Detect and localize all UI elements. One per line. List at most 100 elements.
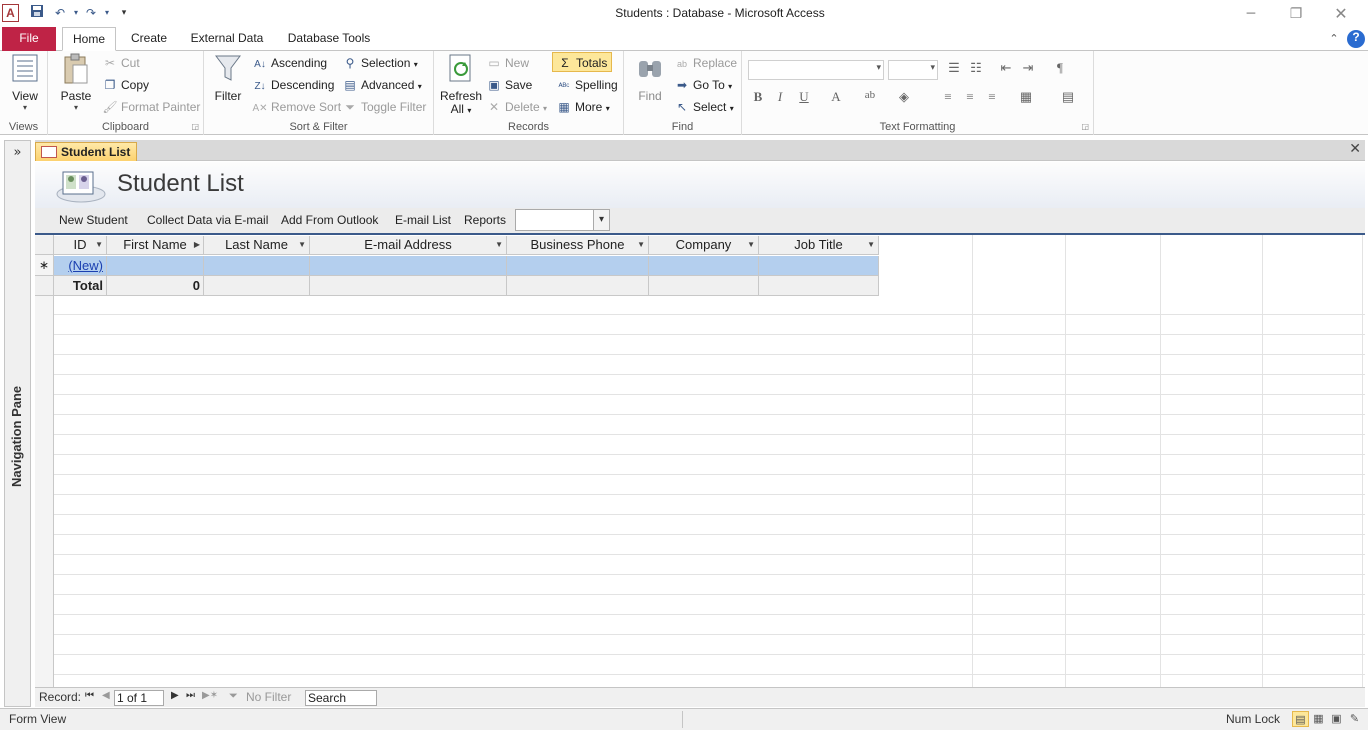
format-painter-button[interactable]: 🖌 Format Painter	[102, 97, 200, 117]
save-record-button[interactable]: ▣ Save	[486, 75, 532, 95]
numbering-icon[interactable]: ☷	[966, 60, 986, 80]
spelling-button[interactable]: ᴬᴮᶜ Spelling	[556, 75, 618, 95]
new-row-company-cell[interactable]	[649, 256, 759, 276]
column-header-job-title[interactable]: Job Title ▼	[759, 236, 879, 255]
totals-job-title-cell[interactable]	[759, 276, 879, 296]
design-view-icon[interactable]: ✎	[1346, 711, 1363, 727]
totals-business-phone-cell[interactable]	[507, 276, 649, 296]
new-student-button[interactable]: New Student	[59, 213, 128, 227]
new-record-button[interactable]: ▭ New	[486, 53, 529, 73]
column-dropdown-icon[interactable]: ▼	[747, 236, 755, 254]
select-button[interactable]: ↖ Select ▾	[674, 97, 734, 117]
filter-button[interactable]: Filter	[210, 53, 246, 103]
column-header-business-phone[interactable]: Business Phone ▼	[507, 236, 649, 255]
datasheet-view-icon[interactable]: ▦	[1310, 711, 1327, 727]
new-row-last-name-cell[interactable]	[204, 256, 310, 276]
select-all-corner[interactable]	[35, 236, 54, 255]
new-row-job-title-cell[interactable]	[759, 256, 879, 276]
font-size-combo[interactable]: ▾	[888, 60, 938, 80]
add-from-outlook-button[interactable]: Add From Outlook	[281, 213, 378, 227]
minimize-icon[interactable]: ─	[1236, 4, 1266, 24]
totals-email-cell[interactable]	[310, 276, 507, 296]
reports-dropdown-icon[interactable]: ▾	[593, 210, 609, 230]
first-record-icon[interactable]: ⏮	[85, 690, 94, 701]
column-dropdown-icon[interactable]: ▼	[867, 236, 875, 254]
tab-home[interactable]: Home	[62, 27, 116, 51]
more-button[interactable]: ▦ More ▾	[556, 97, 609, 117]
align-center-icon[interactable]: ≡	[960, 89, 980, 109]
totals-button[interactable]: Σ Totals	[552, 52, 613, 72]
totals-company-cell[interactable]	[649, 276, 759, 296]
bullets-icon[interactable]: ☰	[944, 60, 964, 80]
column-header-last-name[interactable]: Last Name ▼	[204, 236, 310, 255]
layout-view-icon[interactable]: ▣	[1328, 711, 1345, 727]
gridlines-icon[interactable]: ▦	[1016, 89, 1036, 109]
form-view-icon[interactable]: ▤	[1292, 711, 1309, 727]
selection-button[interactable]: ⚲ Selection ▾	[342, 53, 418, 73]
delete-button[interactable]: ✕ Delete ▾	[486, 97, 547, 117]
paragraph-direction-icon[interactable]: ¶	[1050, 60, 1070, 80]
current-record-field[interactable]: 1 of 1	[114, 690, 164, 706]
alternate-row-color-icon[interactable]: ▤	[1058, 89, 1078, 109]
filter-status[interactable]: No Filter	[246, 690, 291, 704]
decrease-indent-icon[interactable]: ⇤	[996, 60, 1016, 80]
new-row-id-cell[interactable]: (New)	[54, 256, 107, 276]
search-input[interactable]: Search	[305, 690, 377, 706]
refresh-all-button[interactable]: Refresh All ▾	[440, 53, 482, 117]
descending-button[interactable]: Z↓ Descending	[252, 75, 334, 95]
expand-nav-pane-icon[interactable]: »	[5, 145, 30, 160]
new-record-marker[interactable]: ∗	[35, 256, 54, 276]
goto-button[interactable]: ➡ Go To ▾	[674, 75, 732, 95]
increase-indent-icon[interactable]: ⇥	[1018, 60, 1038, 80]
text-formatting-launcher-icon[interactable]: ◲	[1081, 122, 1089, 131]
tab-file[interactable]: File	[2, 27, 56, 51]
highlight-icon[interactable]: ab	[860, 89, 880, 109]
column-header-company[interactable]: Company ▼	[649, 236, 759, 255]
fill-color-icon[interactable]: ◈	[894, 89, 914, 109]
view-button[interactable]: View ▾	[6, 53, 44, 112]
column-header-email-address[interactable]: E-mail Address ▼	[310, 236, 507, 255]
toggle-filter-button[interactable]: ⏷ Toggle Filter	[342, 97, 426, 117]
cut-button[interactable]: ✂ Cut	[102, 53, 140, 73]
ascending-button[interactable]: A↓ Ascending	[252, 53, 327, 73]
close-document-icon[interactable]: ✕	[1349, 141, 1361, 157]
new-row-email-cell[interactable]	[310, 256, 507, 276]
restore-icon[interactable]: ❐	[1281, 4, 1311, 24]
column-header-first-name[interactable]: First Name ▶	[107, 236, 204, 255]
column-dropdown-icon[interactable]: ▶	[194, 236, 200, 254]
new-record-link[interactable]: (New)	[68, 258, 103, 273]
collect-data-email-button[interactable]: Collect Data via E-mail	[147, 213, 268, 227]
align-right-icon[interactable]: ≡	[982, 89, 1002, 109]
new-row-first-name-cell[interactable]	[107, 256, 204, 276]
reports-combo[interactable]: ▾	[515, 209, 610, 231]
column-dropdown-icon[interactable]: ▼	[637, 236, 645, 254]
clipboard-launcher-icon[interactable]: ◲	[191, 122, 199, 131]
last-record-icon[interactable]: ⏭	[186, 690, 195, 701]
minimize-ribbon-icon[interactable]: ⌃	[1325, 30, 1343, 48]
new-blank-record-icon[interactable]: ▶✶	[202, 690, 218, 701]
datasheet-grid[interactable]: ID ▼ First Name ▶ Last Name ▼ E-mail Addres…	[35, 235, 1365, 687]
align-left-icon[interactable]: ≡	[938, 89, 958, 109]
totals-first-name-cell[interactable]: 0	[107, 276, 204, 296]
copy-button[interactable]: ❐ Copy	[102, 75, 149, 95]
next-record-icon[interactable]: ▶	[171, 690, 179, 701]
find-button[interactable]: Find	[630, 53, 670, 103]
underline-button[interactable]: U	[794, 89, 814, 109]
tab-database-tools[interactable]: Database Tools	[282, 27, 376, 51]
bold-button[interactable]: B	[748, 89, 768, 109]
remove-sort-button[interactable]: A✕ Remove Sort	[252, 97, 341, 117]
tab-external-data[interactable]: External Data	[186, 27, 268, 51]
column-dropdown-icon[interactable]: ▼	[298, 236, 306, 254]
paste-button[interactable]: Paste ▾	[58, 53, 94, 112]
help-icon[interactable]: ?	[1347, 30, 1365, 48]
close-window-icon[interactable]: ✕	[1326, 4, 1356, 24]
font-name-combo[interactable]: ▾	[748, 60, 884, 80]
column-dropdown-icon[interactable]: ▼	[95, 236, 103, 254]
tab-create[interactable]: Create	[124, 27, 174, 51]
previous-record-icon[interactable]: ◀	[102, 690, 110, 701]
email-list-button[interactable]: E-mail List	[395, 213, 451, 227]
navigation-pane[interactable]: » Navigation Pane	[4, 140, 31, 707]
advanced-button[interactable]: ▤ Advanced ▾	[342, 75, 421, 95]
font-color-button[interactable]: A	[826, 89, 846, 109]
document-tab-student-list[interactable]: Student List	[35, 142, 137, 161]
